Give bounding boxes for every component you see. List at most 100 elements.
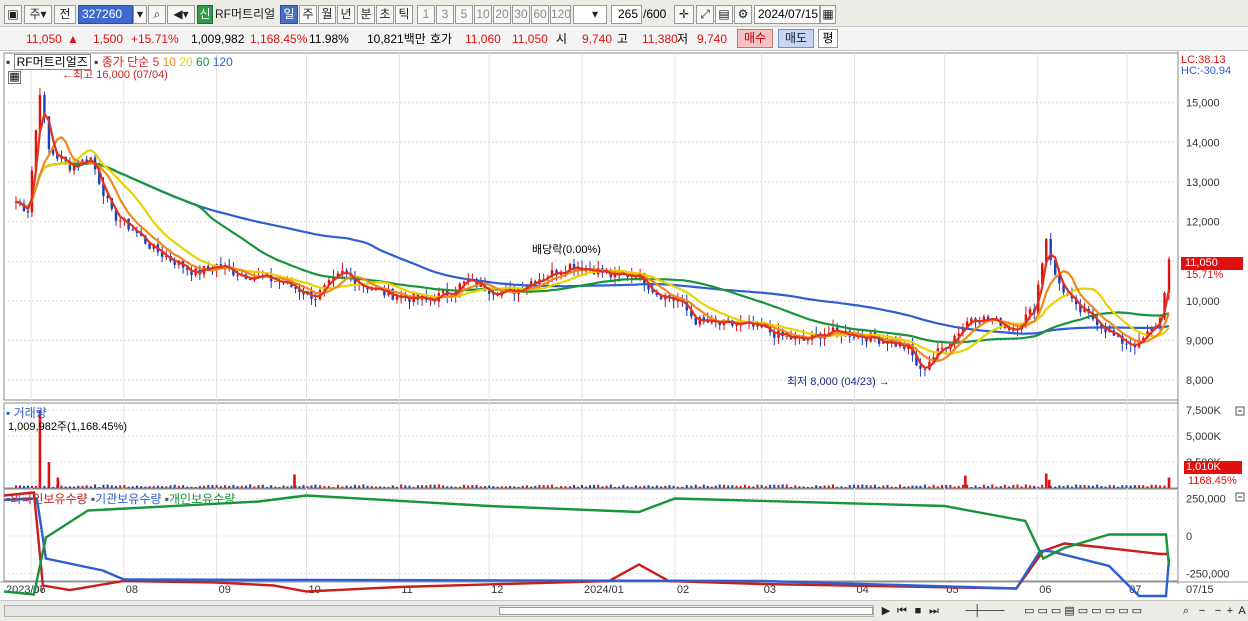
volume-bar — [756, 484, 759, 488]
period-day[interactable]: 일 — [280, 5, 298, 24]
volume-bar — [236, 486, 239, 488]
volume-bar — [961, 484, 964, 488]
forward-icon[interactable]: ⏭ — [926, 603, 942, 619]
volume-bar — [400, 484, 403, 488]
volume-bar — [941, 485, 944, 488]
play-icon[interactable]: ▶ — [878, 603, 894, 619]
interval-120[interactable]: 120 — [550, 5, 571, 24]
sell-button[interactable]: 매도 — [778, 29, 814, 48]
text-icon[interactable]: A — [1234, 603, 1248, 619]
volume-bar — [286, 486, 289, 488]
volume-bar — [1163, 485, 1166, 488]
volume-bar — [475, 484, 478, 488]
volume-bar — [60, 485, 63, 488]
interval-20[interactable]: 20 — [493, 5, 511, 24]
volume-bar — [310, 485, 313, 488]
full-toggle[interactable]: 전 — [54, 5, 76, 24]
period-minute[interactable]: 분 — [357, 5, 375, 24]
volume-bar — [982, 484, 985, 488]
count-input[interactable]: 265 — [611, 5, 642, 24]
volume-bar — [769, 484, 772, 488]
volume-bar — [488, 485, 491, 488]
quote-bar: 11,050 ▲ 1,500 +15.71% 1,009,982 1,168.4… — [0, 27, 1248, 51]
window-icon[interactable]: ▣ — [4, 5, 22, 24]
interval-30[interactable]: 30 — [512, 5, 530, 24]
volume-bar — [773, 484, 776, 488]
average-button[interactable]: 평 — [818, 29, 838, 48]
volume-bar — [840, 486, 843, 488]
volume-bar — [471, 485, 474, 488]
crosshair-icon[interactable]: ✛ — [674, 5, 694, 24]
volume-bar — [446, 486, 449, 488]
chart-scrollbar[interactable] — [4, 605, 874, 617]
volume-bar — [450, 486, 453, 488]
stock-chart[interactable]: 15,00014,00013,00012,00011,00010,0009,00… — [0, 51, 1248, 600]
period-month[interactable]: 월 — [318, 5, 336, 24]
minus-icon[interactable]: − — [1194, 603, 1210, 619]
volume-bar — [52, 486, 55, 488]
stock-code-input[interactable]: 327260 — [78, 5, 133, 24]
interval-3[interactable]: 3 — [436, 5, 454, 24]
volume-bar — [463, 484, 466, 488]
zoom-icon[interactable]: ⌕ — [1178, 603, 1194, 619]
volume-bar — [429, 484, 432, 488]
candle-body — [274, 280, 277, 282]
save-icon[interactable]: ▤ — [715, 5, 733, 24]
date-input[interactable]: 2024/07/15 — [754, 5, 820, 24]
holding-legend: ▪외국인보유수량 ▪기관보유수량 ▪개인보유수량 — [6, 492, 236, 506]
volume-bar — [77, 485, 80, 488]
volume-bar — [601, 486, 604, 488]
table-icon[interactable]: ▦ — [8, 71, 21, 84]
volume-bar — [903, 486, 906, 488]
volume-bar — [1154, 484, 1157, 488]
volume-bar — [577, 486, 580, 488]
volume-bar — [647, 485, 650, 488]
chevron-down-icon[interactable]: ▾ — [133, 5, 147, 24]
ask-label: 호가 — [430, 32, 453, 46]
candle-body — [785, 335, 789, 337]
period-week[interactable]: 주 — [299, 5, 317, 24]
volume-bar — [1008, 486, 1011, 488]
period-second[interactable]: 초 — [376, 5, 394, 24]
zoom-slider[interactable]: ─┼─── — [950, 603, 1020, 619]
volume-bar — [496, 486, 499, 488]
volume-bar — [790, 486, 793, 488]
volume-bar — [1054, 486, 1057, 488]
volume-bar — [886, 484, 889, 488]
period-tick[interactable]: 틱 — [395, 5, 413, 24]
draw-icon[interactable]: ⤢ — [696, 5, 714, 24]
interval-custom-select[interactable]: ▾ — [573, 5, 607, 24]
volume-bar — [911, 485, 914, 488]
interval-5[interactable]: 5 — [455, 5, 473, 24]
rewind-icon[interactable]: ⏮ — [894, 603, 910, 619]
volume-bar — [190, 486, 193, 488]
speaker-icon[interactable]: ◀▾ — [167, 5, 195, 24]
volume-bar — [228, 485, 231, 488]
volume-pct-tag: 1168.45% — [1188, 475, 1237, 487]
volume-bar — [953, 486, 956, 488]
period-type-select[interactable]: 주▾ — [24, 5, 52, 24]
interval-1[interactable]: 1 — [417, 5, 435, 24]
toolbar: ▣ 주▾ 전 327260 ▾ ⌕ ◀▾ 신 RF머트리얼 일 주 월 년 분 … — [0, 0, 1248, 27]
volume-bar — [655, 485, 658, 488]
volume-bar — [1033, 485, 1036, 488]
volume-bar — [592, 484, 595, 488]
volume-bar — [1058, 485, 1061, 488]
volume-bar — [890, 486, 893, 488]
layout-icons[interactable]: ▭ ▭ ▭ ▤ ▭ ▭ ▭ ▭ ▭ — [1024, 603, 1174, 619]
interval-10[interactable]: 10 — [474, 5, 492, 24]
scroll-thumb[interactable] — [499, 607, 873, 615]
volume-bar — [936, 486, 939, 488]
period-year[interactable]: 년 — [337, 5, 355, 24]
volume-bar — [844, 486, 847, 488]
volume-bar — [706, 485, 709, 488]
volume-bar — [1159, 485, 1162, 488]
stop-icon[interactable]: ■ — [910, 603, 926, 619]
volume-bar — [165, 486, 168, 488]
axis-panel — [1178, 51, 1248, 600]
calendar-icon[interactable]: ▦ — [820, 5, 836, 24]
search-icon[interactable]: ⌕ — [148, 5, 166, 24]
buy-button[interactable]: 매수 — [737, 29, 773, 48]
gear-icon[interactable]: ⚙ — [734, 5, 752, 24]
interval-60[interactable]: 60 — [531, 5, 549, 24]
